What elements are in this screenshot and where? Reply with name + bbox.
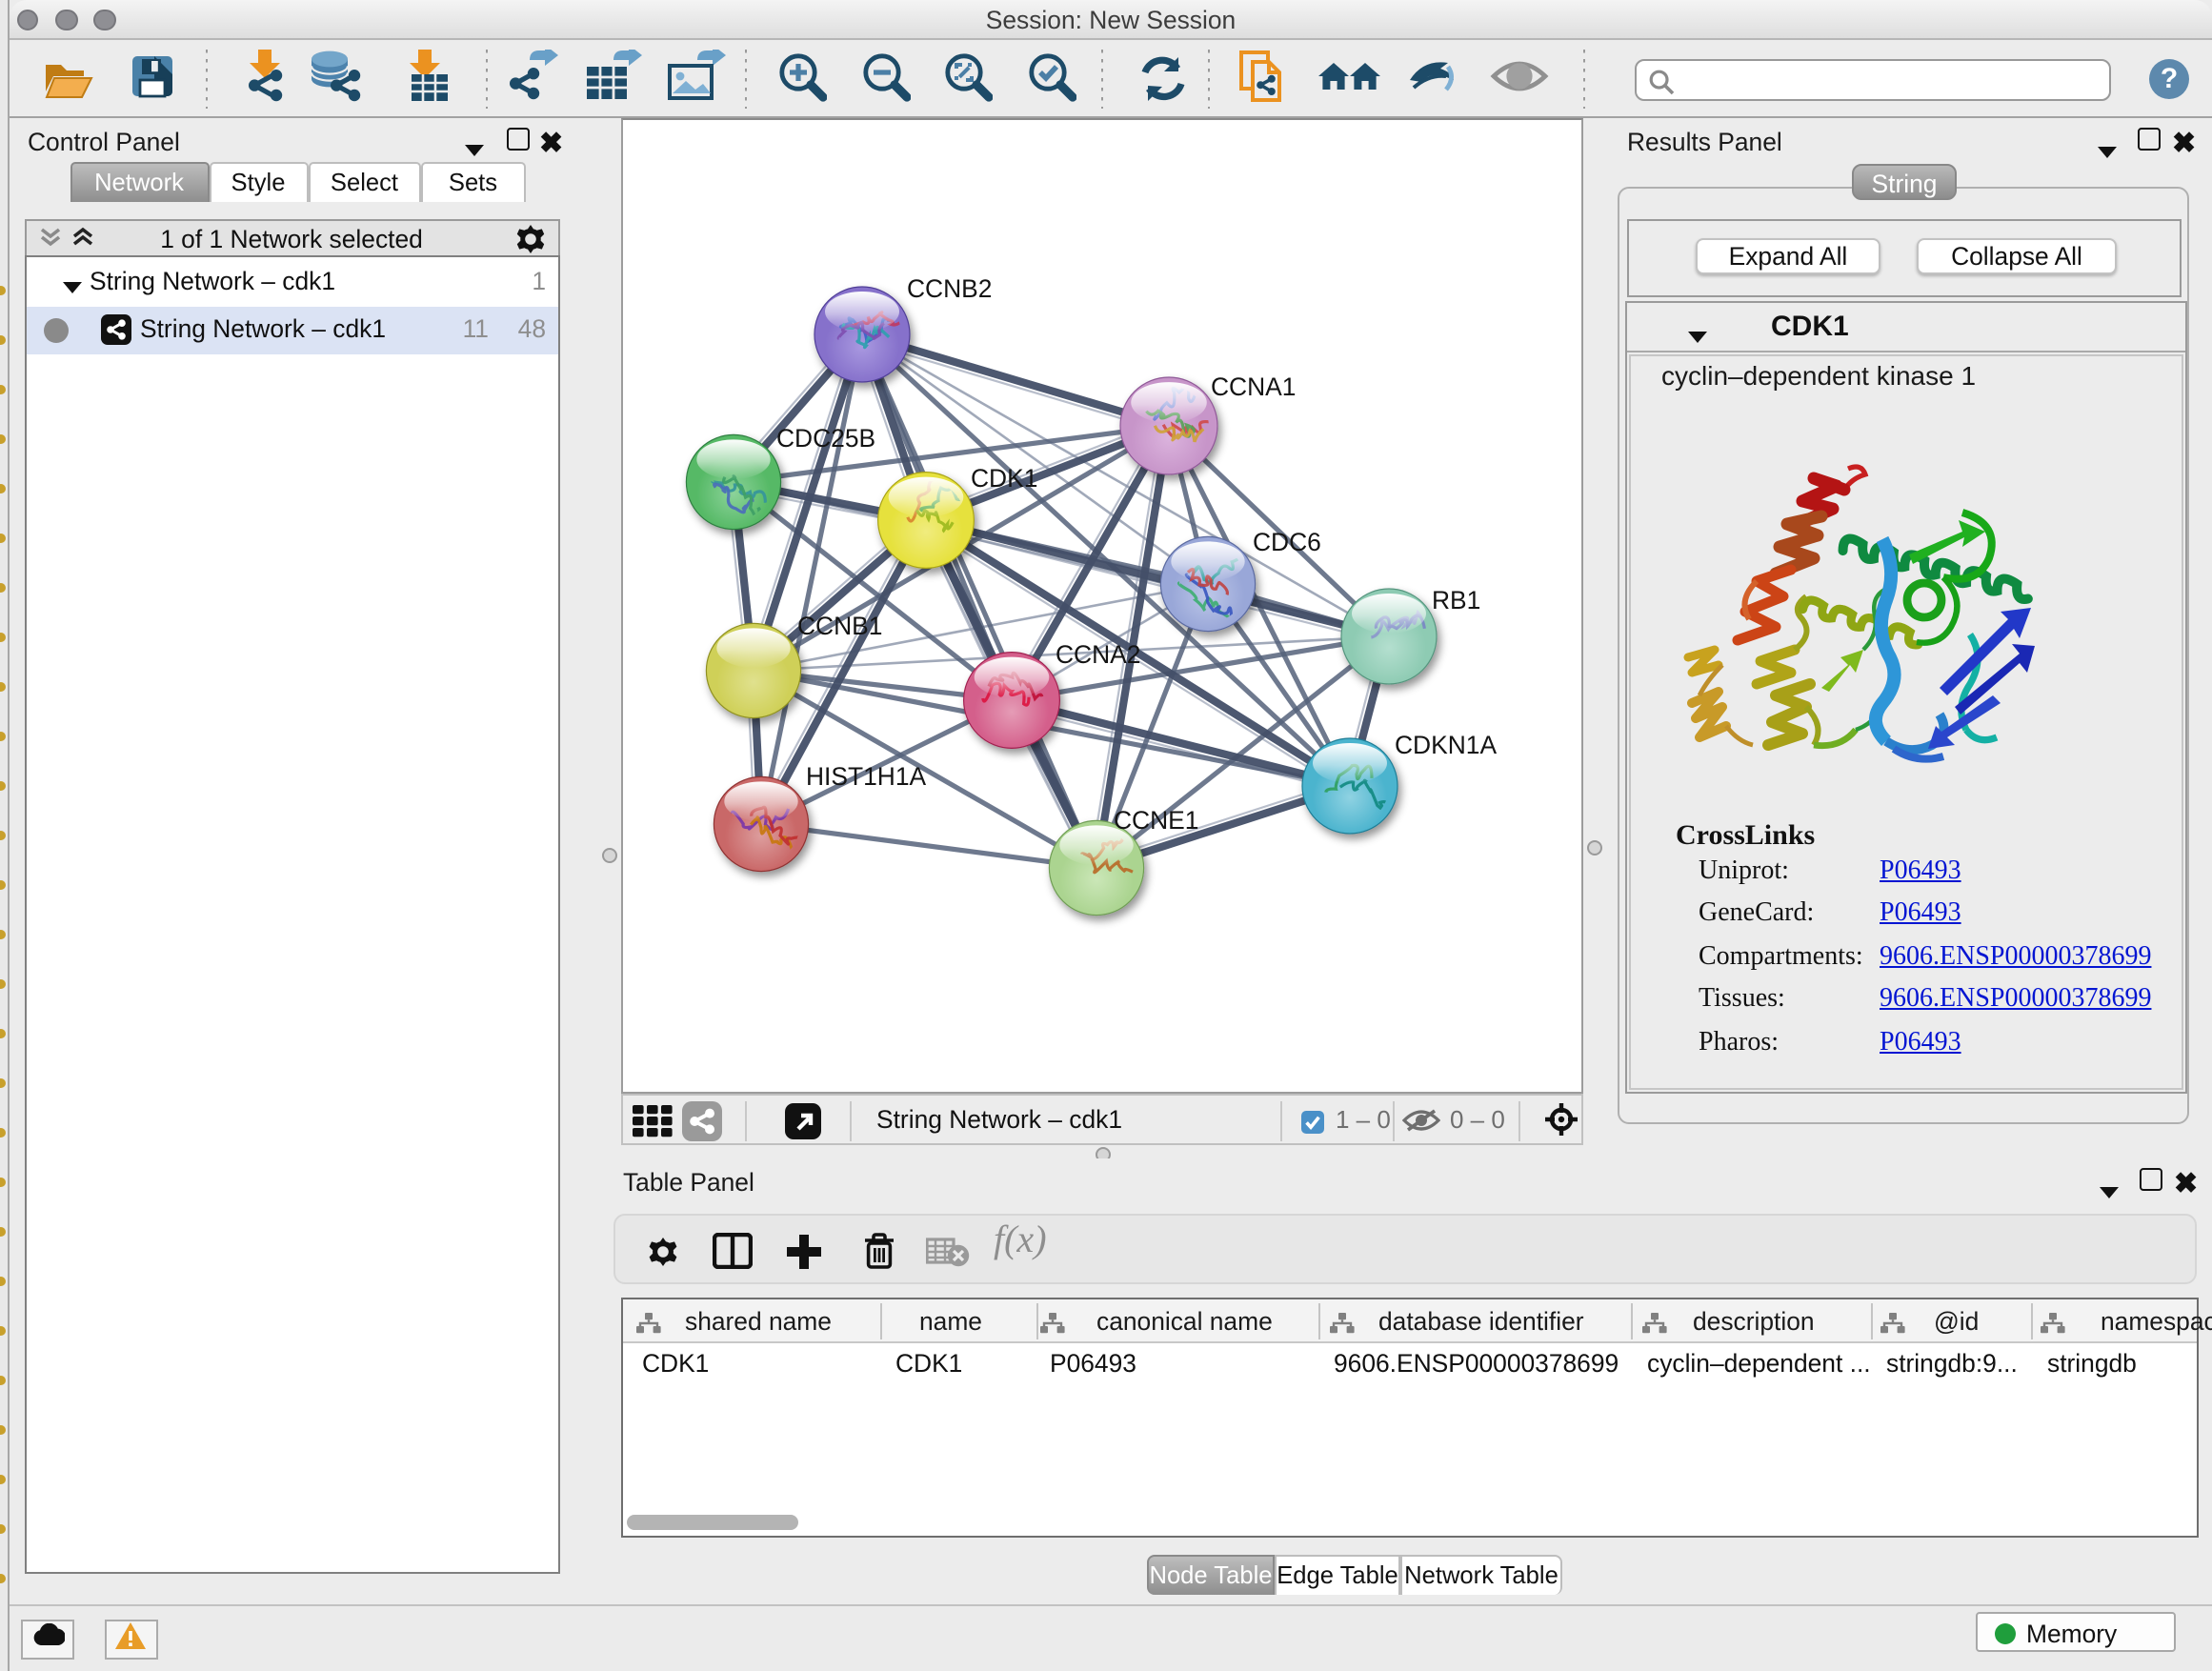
svg-text:CCNA1: CCNA1: [1211, 372, 1296, 401]
svg-text:CCNE1: CCNE1: [1114, 806, 1198, 835]
svg-text:RB1: RB1: [1432, 586, 1480, 614]
svg-text:CCNA2: CCNA2: [1056, 640, 1140, 669]
svg-text:CDKN1A: CDKN1A: [1395, 731, 1497, 759]
svg-text:CCNB1: CCNB1: [797, 612, 882, 640]
svg-text:CDK1: CDK1: [971, 464, 1037, 493]
svg-text:CCNB2: CCNB2: [907, 274, 992, 303]
svg-text:HIST1H1A: HIST1H1A: [806, 762, 927, 791]
svg-text:CDC25B: CDC25B: [776, 424, 875, 453]
svg-text:CDC6: CDC6: [1253, 528, 1321, 556]
